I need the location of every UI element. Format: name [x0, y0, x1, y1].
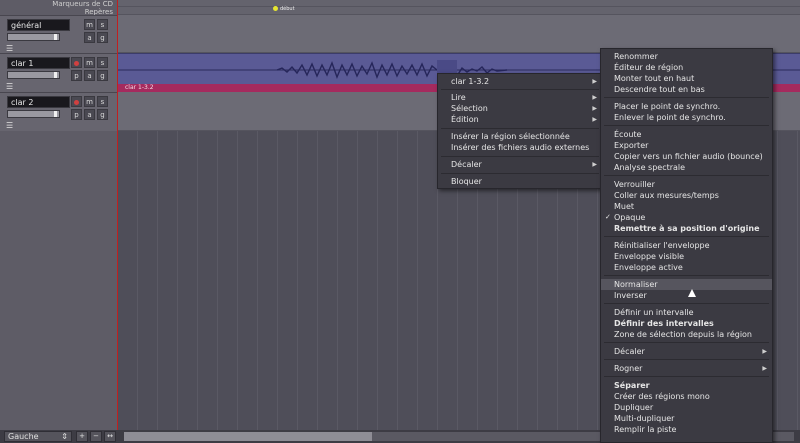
menu-icon[interactable]: ☰: [6, 44, 13, 53]
mute-button[interactable]: m: [84, 57, 95, 68]
menu-item-trim[interactable]: Rogner ▶: [601, 363, 772, 374]
menu-item-set-ranges[interactable]: Définir des intervalles: [601, 318, 772, 329]
menu-item-set-range[interactable]: Définir un intervalle: [601, 307, 772, 318]
chevron-right-icon: ▶: [762, 365, 767, 372]
chevron-right-icon: ▶: [592, 161, 597, 168]
chevron-right-icon: ▶: [592, 78, 597, 85]
zoom-focus-value: Gauche: [8, 432, 39, 441]
menu-item-selection[interactable]: Sélection ▶: [438, 103, 602, 114]
menu-item-decaler[interactable]: Décaler ▶: [438, 159, 602, 170]
track-name-field[interactable]: clar 2: [7, 96, 70, 108]
group-button[interactable]: g: [97, 32, 108, 43]
solo-button[interactable]: s: [97, 57, 108, 68]
record-button[interactable]: [71, 57, 82, 68]
menu-item-insert-audio-files[interactable]: Insérer des fichiers audio externes: [438, 142, 602, 153]
chevron-right-icon: ▶: [762, 348, 767, 355]
solo-button[interactable]: s: [97, 19, 108, 30]
group-button[interactable]: g: [97, 70, 108, 81]
menu-item-renommer[interactable]: Renommer: [601, 51, 772, 62]
menu-item-snap-to-grid[interactable]: Coller aux mesures/temps: [601, 190, 772, 201]
menu-item-reset-envelope[interactable]: Réinitialiser l'enveloppe: [601, 240, 772, 251]
zoom-focus-select[interactable]: Gauche ⇕: [4, 431, 72, 442]
track-header-clar-2[interactable]: clar 2 m s p a g ☰: [0, 92, 117, 131]
record-icon: [74, 61, 79, 66]
gain-fader[interactable]: [7, 110, 60, 118]
menu-item-nudge[interactable]: Décaler ▶: [601, 346, 772, 357]
menu-item-duplicate[interactable]: Dupliquer: [601, 402, 772, 413]
menu-item-bloquer[interactable]: Bloquer: [438, 176, 602, 187]
menu-item-lock[interactable]: Verrouiller: [601, 179, 772, 190]
record-button[interactable]: [71, 96, 82, 107]
menu-item-remove-sync-point[interactable]: Enlever le point de synchro.: [601, 112, 772, 123]
markers-ruler[interactable]: [117, 7, 800, 15]
menu-item-insert-selected-region[interactable]: Insérer la région sélectionnée: [438, 131, 602, 142]
menu-item-lire[interactable]: Lire ▶: [438, 92, 602, 103]
scrollbar-thumb[interactable]: [124, 432, 372, 441]
playlist-button[interactable]: p: [71, 109, 82, 120]
fader-grip[interactable]: [54, 72, 57, 78]
cd-markers-ruler[interactable]: [117, 0, 800, 7]
playlist-button[interactable]: p: [71, 70, 82, 81]
chevron-right-icon: ▶: [592, 105, 597, 112]
menu-item-range-from-region[interactable]: Zone de sélection depuis la région: [601, 329, 772, 340]
chevron-right-icon: ▶: [592, 116, 597, 123]
start-marker-icon[interactable]: [273, 6, 278, 11]
menu-item-reverse[interactable]: Inverser: [601, 290, 772, 301]
menu-item-envelope-active[interactable]: Enveloppe active: [601, 262, 772, 273]
menu-item-split[interactable]: Séparer: [601, 380, 772, 391]
fader-grip[interactable]: [54, 111, 57, 117]
menu-item-region-editor[interactable]: Éditeur de région: [601, 62, 772, 73]
menu-item-export[interactable]: Exporter: [601, 140, 772, 151]
menu-item-lower-to-bottom[interactable]: Descendre tout en bas: [601, 84, 772, 95]
menu-item-make-mono-regions[interactable]: Créer des régions mono: [601, 391, 772, 402]
mouse-cursor-icon: [688, 289, 696, 297]
chevron-right-icon: ▶: [592, 94, 597, 101]
menu-item-region-submenu[interactable]: clar 1-3.2 ▶: [438, 76, 602, 87]
check-icon: ✓: [605, 213, 611, 221]
mute-button[interactable]: m: [84, 96, 95, 107]
region-name-label: clar 1-3.2: [125, 84, 154, 91]
playhead[interactable]: [117, 0, 118, 430]
group-button[interactable]: g: [97, 109, 108, 120]
menu-icon[interactable]: ☰: [6, 121, 13, 130]
gain-fader[interactable]: [7, 33, 60, 41]
automation-button[interactable]: a: [84, 32, 95, 43]
menu-item-edition[interactable]: Édition ▶: [438, 114, 602, 125]
start-marker-label: début: [280, 6, 295, 12]
menu-item-multi-duplicate[interactable]: Multi-dupliquer: [601, 413, 772, 424]
menu-item-spectral-analysis[interactable]: Analyse spectrale: [601, 162, 772, 173]
menu-item-set-sync-point[interactable]: Placer le point de synchro.: [601, 101, 772, 112]
menu-item-opaque[interactable]: ✓ Opaque: [601, 212, 772, 223]
zoom-in-icon[interactable]: +: [76, 431, 88, 442]
menu-icon[interactable]: ☰: [6, 82, 13, 91]
track-name-field[interactable]: général: [7, 19, 70, 31]
track-header-general[interactable]: général m s a g ☰: [0, 15, 117, 53]
track-header-clar-1[interactable]: clar 1 m s p a g ☰: [0, 53, 117, 92]
zoom-out-icon[interactable]: −: [90, 431, 102, 442]
editor-context-menu: clar 1-3.2 ▶ Lire ▶ Sélection ▶ Édition ▶ In…: [437, 73, 603, 189]
menu-item-fill-track[interactable]: Remplir la piste: [601, 424, 772, 435]
menu-item-envelope-visible[interactable]: Enveloppe visible: [601, 251, 772, 262]
region-submenu: Renommer Éditeur de région Monter tout e…: [600, 48, 773, 443]
cd-markers-ruler-label: Marqueurs de CD: [52, 0, 113, 8]
fader-grip[interactable]: [54, 34, 57, 40]
menu-item-raise-to-top[interactable]: Monter tout en haut: [601, 73, 772, 84]
gain-fader[interactable]: [7, 71, 60, 79]
menu-item-reset-position[interactable]: Remettre à sa position d'origine: [601, 223, 772, 234]
solo-button[interactable]: s: [97, 96, 108, 107]
zoom-session-icon[interactable]: ↔: [104, 431, 116, 442]
track-headers-panel: Marqueurs de CD Repères général m s a g …: [0, 0, 117, 443]
menu-item-normalize[interactable]: Normaliser: [601, 279, 772, 290]
menu-item-bounce[interactable]: Copier vers un fichier audio (bounce): [601, 151, 772, 162]
menu-item-audition[interactable]: Écoute: [601, 129, 772, 140]
track-name-field[interactable]: clar 1: [7, 57, 70, 69]
record-icon: [74, 100, 79, 105]
automation-button[interactable]: a: [84, 70, 95, 81]
chevron-updown-icon: ⇕: [61, 432, 68, 441]
automation-button[interactable]: a: [84, 109, 95, 120]
menu-item-mute[interactable]: Muet: [601, 201, 772, 212]
mute-button[interactable]: m: [84, 19, 95, 30]
